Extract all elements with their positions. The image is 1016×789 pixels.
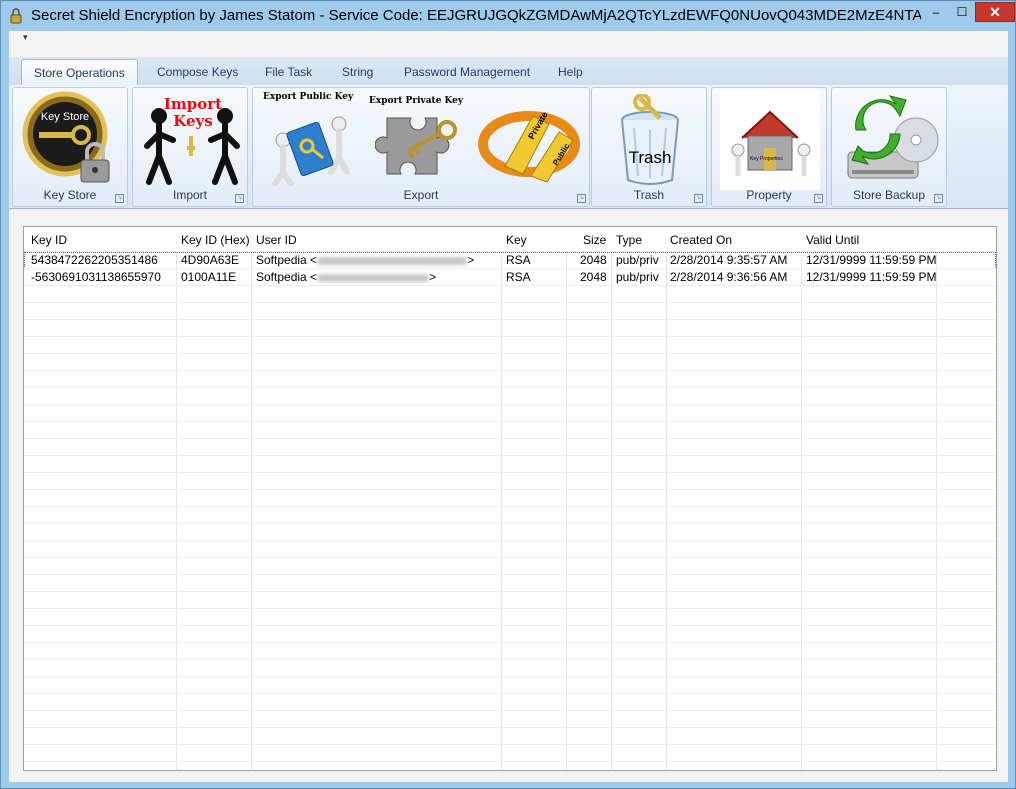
cell-user-id: Softpedia < > bbox=[256, 270, 437, 284]
export-public-key-button[interactable]: Export Public Key bbox=[259, 90, 359, 190]
svg-text:Key Store: Key Store bbox=[41, 111, 89, 123]
column-header-key-id-hex[interactable]: Key ID (Hex) bbox=[181, 233, 250, 247]
ribbon-panel: Key Store Key Store ↘ Import Keys Import… bbox=[9, 85, 1008, 209]
key-properties-button[interactable]: Key Properties bbox=[720, 90, 820, 190]
export-private-key-icon bbox=[375, 117, 457, 175]
group-label-import: Import bbox=[172, 188, 207, 202]
tab-file-task[interactable]: File Task bbox=[253, 59, 324, 85]
group-label-export: Export bbox=[403, 188, 439, 202]
trash-button[interactable]: Trash bbox=[600, 90, 700, 190]
table-header: Key ID Key ID (Hex) User ID Key Size Typ… bbox=[24, 227, 996, 251]
column-header-user-id[interactable]: User ID bbox=[256, 233, 297, 247]
export-launcher-icon[interactable]: ↘ bbox=[577, 194, 586, 203]
private-public-keys-icon: Private Public bbox=[478, 110, 580, 183]
quick-access-dropdown-icon[interactable]: ▾ bbox=[23, 32, 28, 43]
key-properties-icon bbox=[731, 110, 811, 176]
ribbon-group-key-store: Key Store Key Store ↘ bbox=[12, 87, 128, 207]
title-bar[interactable]: Secret Shield Encryption by James Statom… bbox=[1, 1, 1015, 31]
export-private-key-button[interactable]: Export Private Key bbox=[365, 90, 469, 190]
table-row[interactable]: -5630691031138655970 0100A11E Softpedia … bbox=[24, 269, 996, 286]
cell-key-id-hex: 0100A11E bbox=[181, 270, 237, 284]
cell-key-id: -5630691031138655970 bbox=[31, 270, 161, 284]
column-header-valid-until[interactable]: Valid Until bbox=[806, 233, 859, 247]
trash-launcher-icon[interactable]: ↘ bbox=[694, 194, 703, 203]
cell-key-type: RSA bbox=[506, 270, 531, 284]
ribbon-group-store-backup: Store Backup ↘ bbox=[831, 87, 947, 207]
export-public-key-icon bbox=[272, 116, 350, 186]
cell-user-id: Softpedia < > bbox=[256, 253, 475, 267]
keys-table[interactable]: Key ID Key ID (Hex) User ID Key Size Typ… bbox=[23, 226, 997, 771]
close-button[interactable]: ✕ bbox=[975, 2, 1015, 22]
minimize-button[interactable]: – bbox=[923, 2, 949, 22]
cell-type: pub/priv bbox=[616, 270, 659, 284]
group-label-trash: Trash bbox=[633, 188, 665, 202]
column-header-key-id[interactable]: Key ID bbox=[31, 233, 67, 247]
column-header-key[interactable]: Key bbox=[506, 233, 527, 247]
export-public-key-label: Export Public Key bbox=[263, 92, 354, 102]
tab-string[interactable]: String bbox=[330, 59, 385, 85]
column-header-size[interactable]: Size bbox=[583, 233, 606, 247]
import-keys-button[interactable]: Import Keys bbox=[141, 90, 241, 190]
cell-size: 2048 bbox=[580, 253, 607, 267]
table-row[interactable]: 5438472262205351486 4D90A63E Softpedia <… bbox=[24, 252, 996, 269]
tab-compose-keys[interactable]: Compose Keys bbox=[145, 59, 250, 85]
cell-key-id-hex: 4D90A63E bbox=[181, 253, 240, 267]
ribbon-group-property: Key Properties Property ↘ bbox=[711, 87, 827, 207]
private-public-keys-button[interactable]: Private Public bbox=[475, 90, 583, 190]
store-backup-launcher-icon[interactable]: ↘ bbox=[934, 194, 943, 203]
group-label-store-backup: Store Backup bbox=[852, 188, 926, 202]
tab-password-management[interactable]: Password Management bbox=[392, 59, 542, 85]
key-store-launcher-icon[interactable]: ↘ bbox=[115, 194, 124, 203]
export-private-key-label: Export Private Key bbox=[369, 96, 464, 106]
ribbon-group-export: Export Public Key Export Private Key Pri… bbox=[252, 87, 590, 207]
cell-valid-until: 12/31/9999 11:59:59 PM bbox=[806, 253, 937, 267]
app-window: Secret Shield Encryption by James Statom… bbox=[0, 0, 1016, 789]
cell-size: 2048 bbox=[580, 270, 607, 284]
trash-bin-icon bbox=[621, 94, 679, 185]
tab-store-operations[interactable]: Store Operations bbox=[21, 59, 138, 85]
property-launcher-icon[interactable]: ↘ bbox=[814, 194, 823, 203]
column-header-created-on[interactable]: Created On bbox=[670, 233, 732, 247]
group-label-key-store: Key Store bbox=[43, 188, 97, 202]
cell-created-on: 2/28/2014 9:35:57 AM bbox=[670, 253, 788, 267]
tab-help[interactable]: Help bbox=[546, 59, 595, 85]
backup-drive-icon[interactable] bbox=[840, 90, 940, 190]
ribbon-group-import: Import Keys Import ↘ bbox=[132, 87, 248, 207]
maximize-button[interactable]: ☐ bbox=[949, 2, 975, 22]
cell-created-on: 2/28/2014 9:36:56 AM bbox=[670, 270, 788, 284]
cell-key-type: RSA bbox=[506, 253, 531, 267]
key-store-lock-icon[interactable]: Key Store bbox=[21, 90, 121, 190]
cell-type: pub/priv bbox=[616, 253, 659, 267]
import-keys-label: Import Keys bbox=[163, 95, 223, 130]
cell-key-id: 5438472262205351486 bbox=[31, 253, 158, 267]
column-header-type[interactable]: Type bbox=[616, 233, 642, 247]
import-launcher-icon[interactable]: ↘ bbox=[235, 194, 244, 203]
trash-label: Trash bbox=[628, 148, 672, 167]
ribbon-group-trash: Trash Trash ↘ bbox=[591, 87, 707, 207]
cell-valid-until: 12/31/9999 11:59:59 PM bbox=[806, 270, 937, 284]
window-title: Secret Shield Encryption by James Statom… bbox=[31, 7, 921, 24]
app-lock-icon bbox=[10, 8, 22, 24]
group-label-property: Property bbox=[746, 188, 792, 202]
key-properties-label: Key Properties bbox=[750, 156, 783, 162]
ribbon-tab-bar: Store Operations Compose Keys File Task … bbox=[9, 57, 1008, 85]
